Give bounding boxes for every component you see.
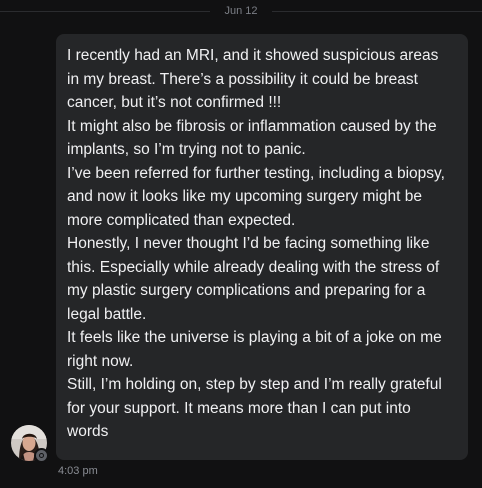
message-line: I’ve been referred for further testing, … (67, 164, 445, 182)
message-line: Honestly, I never thought I’d be facing … (67, 235, 430, 252)
divider-line-left (0, 10, 211, 12)
date-divider: Jun 12 (0, 0, 482, 22)
message-line: this. Especially while already dealing w… (67, 258, 440, 276)
message-line: It might also be fibrosis or inflammatio… (67, 117, 437, 135)
message-line: for your support. It means more than I c… (67, 399, 411, 417)
message-line: words (67, 423, 109, 440)
presence-status-icon (34, 448, 49, 463)
message-timestamp: 4:03 pm (58, 465, 98, 477)
message-bubble[interactable]: I recently had an MRI, and it showed sus… (56, 34, 468, 460)
message-line: It feels like the universe is playing a … (67, 329, 442, 346)
date-label: Jun 12 (224, 5, 258, 17)
message-line: more complicated than expected. (67, 211, 296, 229)
message-line: legal battle. (67, 305, 147, 323)
message-line: I recently had an MRI, and it showed sus… (67, 47, 439, 64)
message-line: right now. (67, 352, 134, 370)
message-line: implants, so I’m trying not to panic. (67, 141, 306, 158)
message-line: and now it looks like my upcoming surger… (67, 188, 422, 205)
divider-line-right (271, 10, 482, 12)
message-line: in my breast. There’s a possibility it c… (67, 70, 418, 88)
message-line: Still, I’m holding on, step by step and … (67, 376, 442, 393)
chat-view: Jun 12 I recently had an MRI, and it sho… (0, 0, 482, 488)
message-line: my plastic surgery complications and pre… (67, 282, 426, 299)
message-line: cancer, but it’s not confirmed !!! (67, 94, 282, 111)
